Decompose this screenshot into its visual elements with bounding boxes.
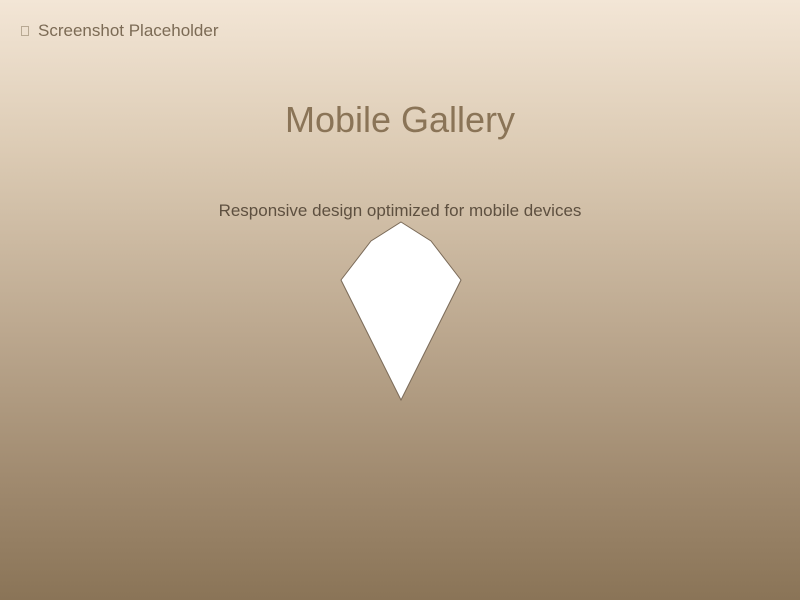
kite-shape-icon — [340, 221, 462, 402]
placeholder-text: Screenshot Placeholder — [38, 21, 219, 40]
image-placeholder-icon — [21, 26, 29, 36]
page-subtitle: Responsive design optimized for mobile d… — [218, 201, 582, 220]
screenshot-placeholder-label: Screenshot Placeholder — [21, 20, 219, 42]
page-title: Mobile Gallery — [284, 99, 516, 140]
kite-shape — [340, 221, 462, 402]
